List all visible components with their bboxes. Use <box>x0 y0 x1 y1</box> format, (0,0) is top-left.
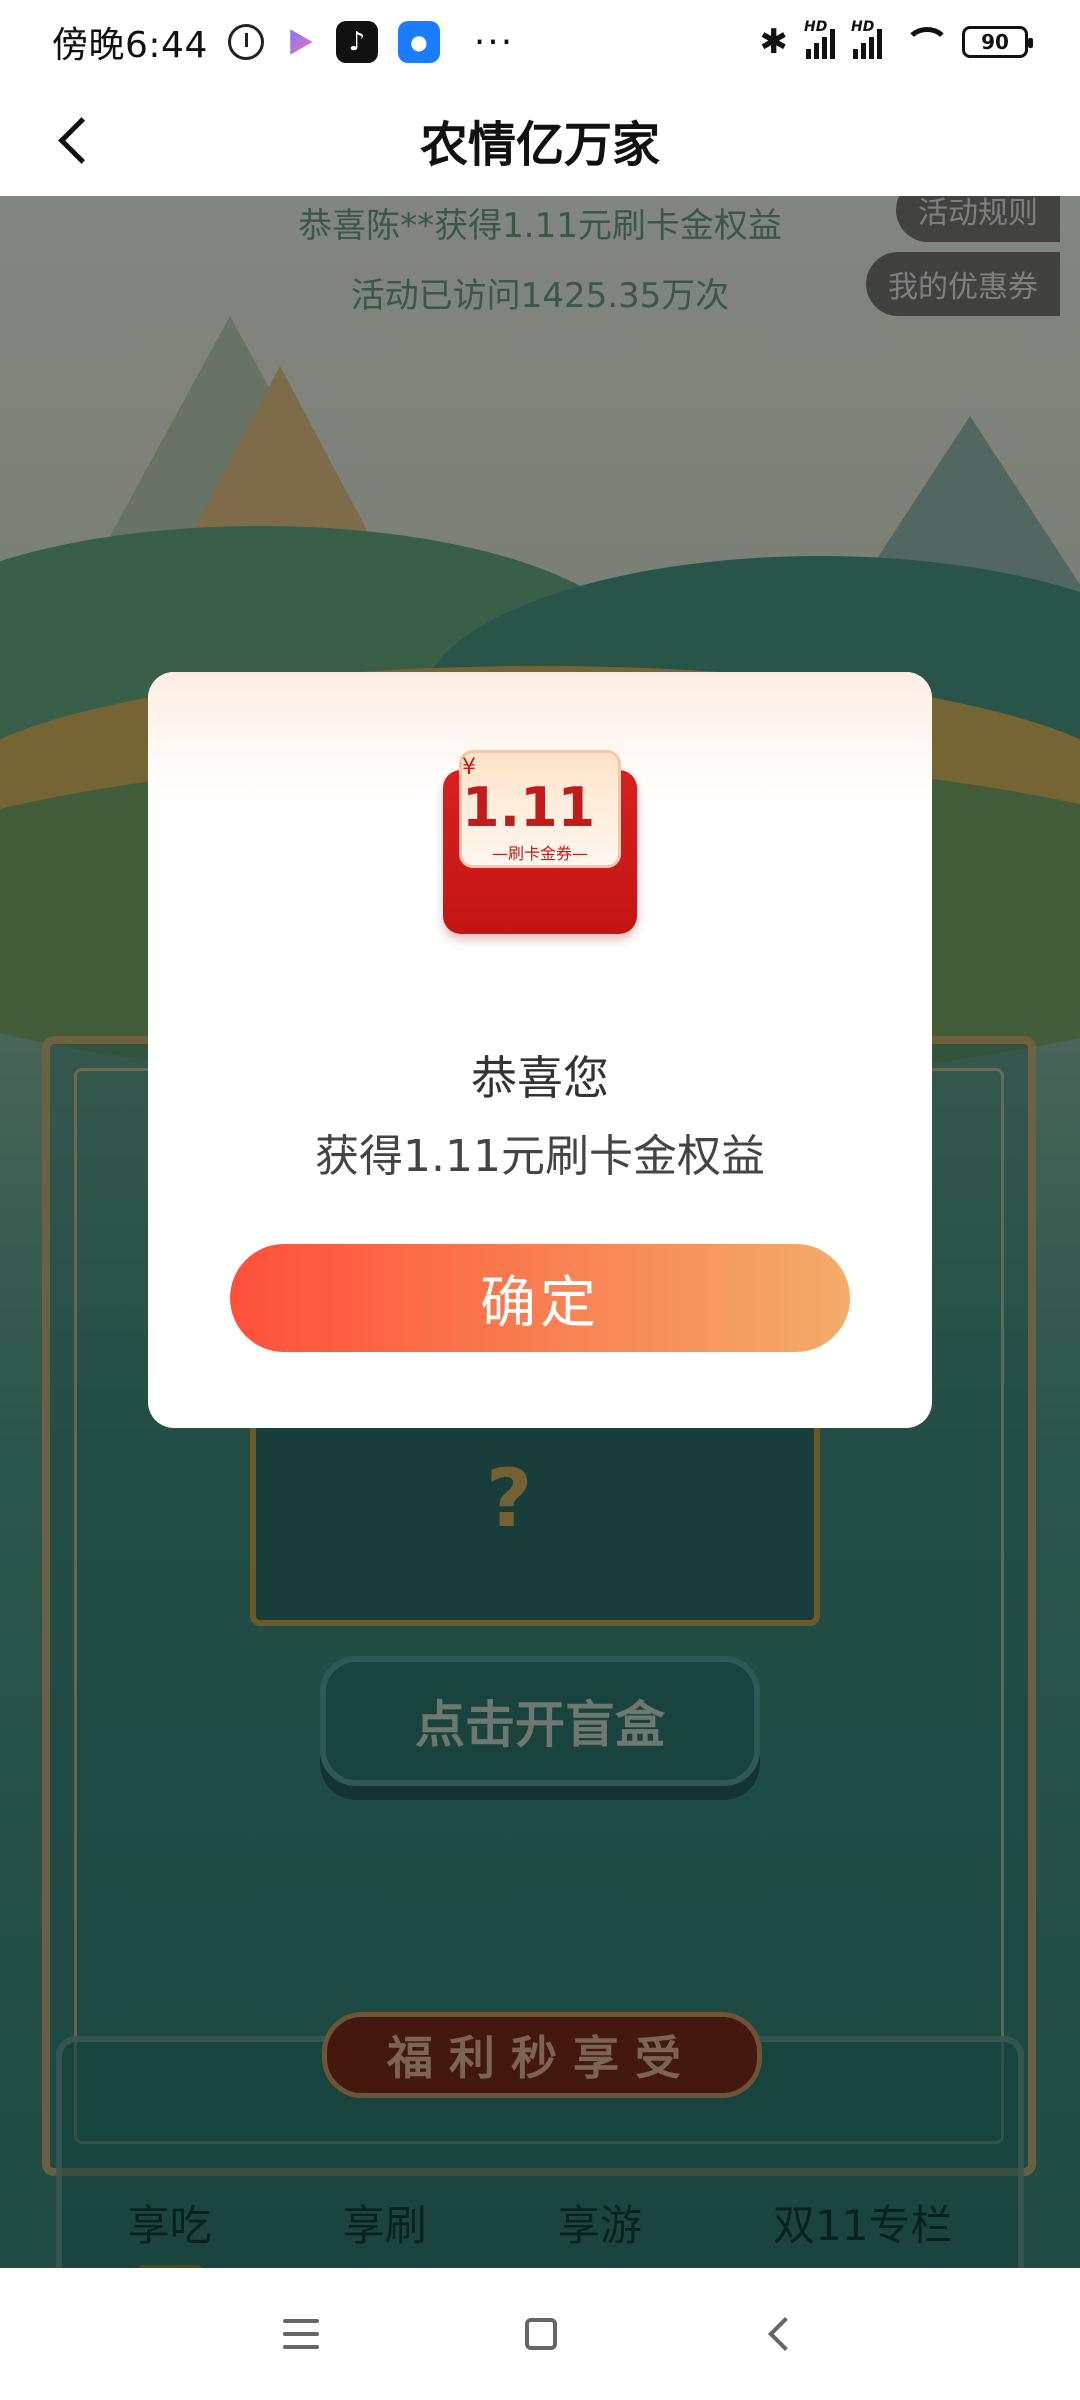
status-right: ✱ HD HD 90 <box>759 19 1033 62</box>
status-left: 傍晚6:44 ♪ ● ··· <box>52 16 514 68</box>
alarm-icon <box>227 24 264 60</box>
app-notification-icon: ● <box>397 21 440 63</box>
hd-label: HD <box>804 19 828 35</box>
battery-icon: 90 <box>962 26 1033 58</box>
bluetooth-icon: ✱ <box>759 22 789 62</box>
reward-modal: ¥ 1.11 —刷卡金券— 恭喜您 获得1.11元刷卡金权益 确定 <box>148 672 932 1428</box>
signal-icon-2: HD <box>851 19 882 59</box>
back-icon[interactable] <box>768 2317 802 2351</box>
coupon-type-label: —刷卡金券— <box>491 843 588 863</box>
menu-icon[interactable] <box>283 2319 319 2349</box>
nav-header: 农情亿万家 <box>0 84 1080 196</box>
system-navigation-bar <box>0 2268 1080 2400</box>
back-button[interactable] <box>40 106 108 174</box>
battery-level: 90 <box>981 30 1009 54</box>
modal-title: 恭喜您 <box>471 1051 609 1105</box>
wifi-icon <box>900 25 950 59</box>
modal-subtitle: 获得1.11元刷卡金权益 <box>315 1131 765 1182</box>
home-icon[interactable] <box>525 2318 557 2350</box>
coupon-amount-row: ¥ 1.11 <box>462 755 618 836</box>
coupon-illustration: ¥ 1.11 —刷卡金券— <box>443 750 637 934</box>
tiktok-icon: ♪ <box>335 21 378 63</box>
coupon-ticket: ¥ 1.11 —刷卡金券— <box>459 750 621 868</box>
status-bar: 傍晚6:44 ♪ ● ··· ✱ HD HD 90 <box>0 0 1080 84</box>
confirm-button[interactable]: 确定 <box>230 1244 850 1352</box>
confirm-button-label: 确定 <box>480 1270 600 1334</box>
play-store-icon <box>290 29 313 55</box>
more-notifications-icon: ··· <box>473 21 515 63</box>
page-title: 农情亿万家 <box>419 117 660 173</box>
status-time: 傍晚6:44 <box>52 25 208 66</box>
hd-label-2: HD <box>851 19 875 35</box>
signal-icon-1: HD <box>804 19 835 59</box>
coupon-amount: 1.11 <box>462 775 596 839</box>
